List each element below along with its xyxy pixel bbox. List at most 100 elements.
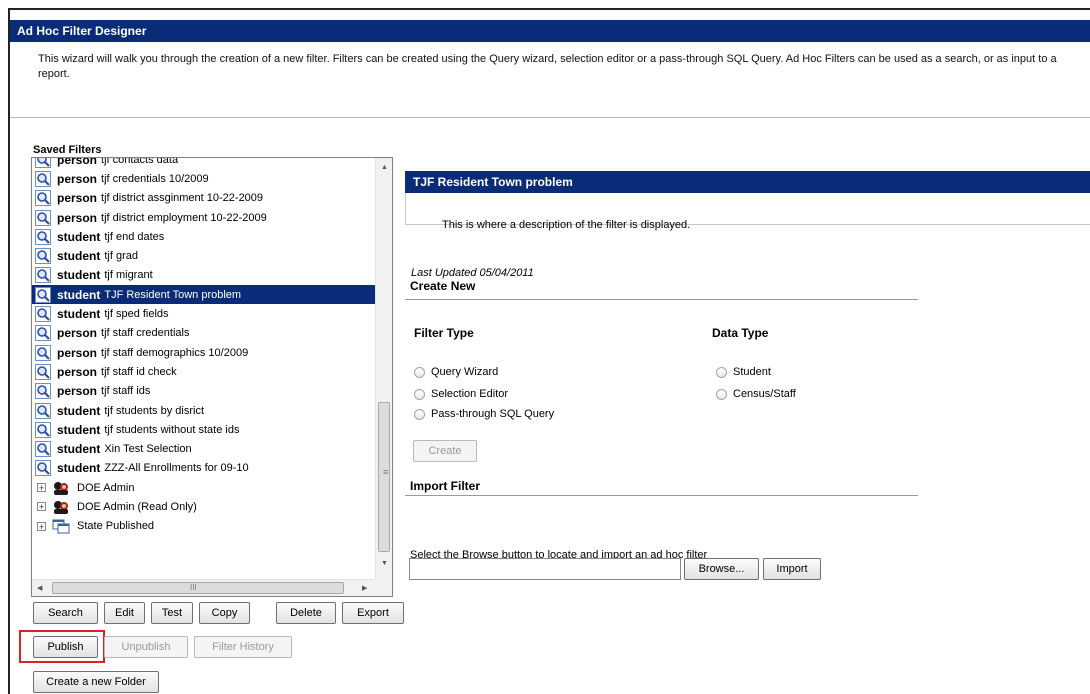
- header-divider: [10, 117, 1090, 118]
- saved-filter-item[interactable]: person tjf contacts data: [32, 157, 376, 169]
- scroll-right-arrow-icon[interactable]: ▶: [362, 584, 367, 592]
- create-folder-button[interactable]: Create a new Folder: [33, 671, 159, 693]
- filter-type-label: student: [57, 461, 101, 476]
- radio-circle-icon[interactable]: [716, 388, 727, 400]
- scroll-grip: ≡: [383, 467, 389, 477]
- saved-filter-item[interactable]: person tjf credentials 10/2009: [32, 169, 376, 188]
- filter-type-label: person: [57, 157, 98, 167]
- scroll-up-arrow-icon[interactable]: ▲: [381, 164, 388, 171]
- expand-plus-icon[interactable]: +: [37, 521, 46, 531]
- radio-label: Pass-through SQL Query: [431, 408, 555, 420]
- scroll-grip-h: III: [190, 583, 197, 592]
- folder-item[interactable]: + DOE Admin: [32, 478, 376, 497]
- filter-type-label: person: [57, 364, 98, 379]
- filter-name-label: tjf migrant: [104, 269, 153, 282]
- saved-filter-item[interactable]: student ZZZ-All Enrollments for 09-10: [32, 459, 376, 478]
- search-filter-icon: [35, 158, 51, 168]
- radio-student[interactable]: Student: [716, 366, 771, 378]
- saved-filter-item[interactable]: person tjf district employment 10-22-2009: [32, 208, 376, 227]
- filter-type-label: student: [57, 403, 101, 418]
- radio-circle-icon[interactable]: [414, 366, 425, 378]
- filter-type-label: student: [57, 287, 101, 302]
- search-filter-icon: [35, 421, 51, 438]
- horizontal-scrollbar[interactable]: ◀ III ▶: [32, 579, 376, 596]
- filter-type-label: student: [57, 229, 101, 244]
- import-filter-heading: Import Filter: [410, 479, 481, 493]
- edit-button[interactable]: Edit: [104, 602, 145, 624]
- delete-button[interactable]: Delete: [276, 602, 336, 624]
- test-button[interactable]: Test: [151, 602, 193, 624]
- page-title: Ad Hoc Filter Designer: [10, 20, 1090, 42]
- radio-circle-icon[interactable]: [414, 408, 425, 420]
- radio-census-staff[interactable]: Census/Staff: [716, 388, 796, 400]
- radio-circle-icon[interactable]: [716, 366, 727, 378]
- scroll-left-arrow-icon[interactable]: ◀: [37, 584, 42, 592]
- search-filter-icon: [35, 248, 51, 265]
- filter-name-label: tjf sped fields: [104, 308, 169, 321]
- saved-filter-item[interactable]: person tjf district assginment 10-22-2009: [32, 189, 376, 208]
- saved-filter-item[interactable]: student tjf students by disrict: [32, 401, 376, 420]
- expand-plus-icon[interactable]: +: [37, 483, 46, 493]
- create-button[interactable]: Create: [413, 440, 477, 462]
- filter-name-label: tjf contacts data: [101, 157, 179, 166]
- search-button[interactable]: Search: [33, 602, 98, 624]
- filter-type-label: student: [57, 249, 101, 264]
- saved-filter-item[interactable]: person tjf staff credentials: [32, 324, 376, 343]
- folder-name-label: DOE Admin (Read Only): [77, 500, 197, 513]
- filter-name-label: tjf students without state ids: [104, 423, 240, 436]
- import-file-path-input[interactable]: [409, 558, 681, 580]
- scroll-down-arrow-icon[interactable]: ▼: [381, 560, 388, 567]
- filter-name-label: tjf staff ids: [101, 385, 151, 398]
- search-filter-icon: [35, 441, 51, 458]
- folder-item[interactable]: + DOE Admin (Read Only): [32, 497, 376, 516]
- filter-name-label: tjf grad: [104, 250, 138, 263]
- unpublish-button[interactable]: Unpublish: [104, 636, 188, 658]
- copy-button[interactable]: Copy: [199, 602, 250, 624]
- import-button[interactable]: Import: [763, 558, 821, 580]
- search-filter-icon: [35, 383, 51, 400]
- filter-type-label: student: [57, 307, 101, 322]
- search-filter-icon: [35, 170, 51, 187]
- data-type-label: Data Type: [712, 326, 769, 340]
- filter-name-label: tjf staff demographics 10/2009: [101, 346, 249, 359]
- radio-selection-editor[interactable]: Selection Editor: [414, 388, 508, 400]
- filter-name-label: tjf staff credentials: [101, 327, 190, 340]
- filter-type-label: student: [57, 422, 101, 437]
- saved-filter-item[interactable]: student Xin Test Selection: [32, 439, 376, 458]
- browse-button[interactable]: Browse...: [684, 558, 759, 580]
- radio-circle-icon[interactable]: [414, 388, 425, 400]
- saved-filter-item[interactable]: student tjf students without state ids: [32, 420, 376, 439]
- saved-filter-item[interactable]: student tjf end dates: [32, 227, 376, 246]
- filter-history-button[interactable]: Filter History: [194, 636, 292, 658]
- radio-query-wizard[interactable]: Query Wizard: [414, 366, 498, 378]
- radio-pass-through-sql[interactable]: Pass-through SQL Query: [414, 408, 554, 420]
- saved-filter-item[interactable]: student tjf grad: [32, 246, 376, 265]
- search-filter-icon: [35, 402, 51, 419]
- search-filter-icon: [35, 228, 51, 245]
- saved-filter-item[interactable]: student tjf migrant: [32, 266, 376, 285]
- saved-filter-item[interactable]: person tjf staff demographics 10/2009: [32, 343, 376, 362]
- vertical-scrollbar[interactable]: ▲ ≡ ▼: [375, 158, 392, 579]
- filter-name-label: ZZZ-All Enrollments for 09-10: [104, 462, 249, 475]
- saved-filter-item[interactable]: person tjf staff id check: [32, 362, 376, 381]
- filter-name-label: tjf district assginment 10-22-2009: [101, 192, 264, 205]
- filter-name-label: tjf district employment 10-22-2009: [101, 211, 267, 224]
- expand-plus-icon[interactable]: +: [37, 502, 46, 512]
- user-group-icon: [54, 500, 68, 514]
- vertical-scroll-thumb[interactable]: ≡: [378, 402, 390, 552]
- filter-type-label: person: [57, 210, 98, 225]
- last-updated: Last Updated 05/04/2011: [411, 267, 534, 279]
- saved-filters-tree[interactable]: person tjf contacts data person tjf credent…: [31, 157, 393, 597]
- folder-item[interactable]: + State Published: [32, 517, 376, 536]
- export-button[interactable]: Export: [342, 602, 404, 624]
- search-filter-icon: [35, 286, 51, 303]
- search-filter-icon: [35, 209, 51, 226]
- saved-filter-item[interactable]: student tjf sped fields: [32, 304, 376, 323]
- user-group-icon: [54, 481, 68, 495]
- radio-label: Census/Staff: [733, 388, 796, 400]
- saved-filter-item[interactable]: person tjf staff ids: [32, 382, 376, 401]
- filter-type-label: person: [57, 345, 98, 360]
- filter-type-label: Filter Type: [414, 326, 474, 340]
- saved-filter-item[interactable]: student TJF Resident Town problem: [32, 285, 376, 305]
- horizontal-scroll-thumb[interactable]: III: [52, 582, 344, 594]
